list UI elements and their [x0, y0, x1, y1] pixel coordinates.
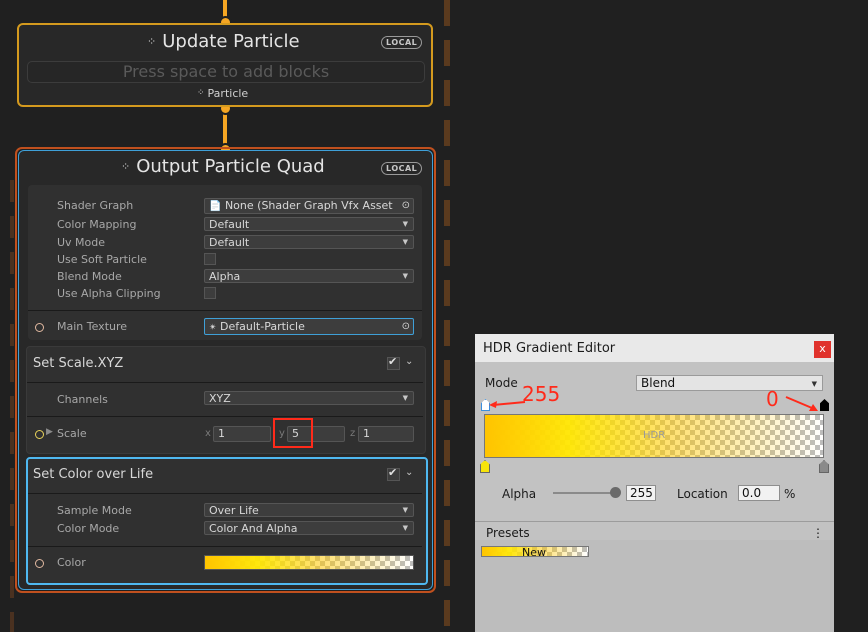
mode-label: Mode: [485, 376, 518, 390]
location-label: Location: [677, 487, 728, 501]
main-texture-field[interactable]: ✴ Default-Particle ⊙: [204, 318, 414, 335]
file-icon: 📄: [209, 201, 222, 212]
annotation-arrow-right-icon: [785, 396, 818, 411]
color-mode-dropdown[interactable]: Color And Alpha: [204, 521, 414, 535]
scale-x-label: x: [205, 428, 211, 439]
divider: [28, 310, 422, 311]
set-scale-title: Set Scale.XYZ: [33, 356, 124, 371]
highlight-box: [273, 418, 313, 448]
channels-dropdown[interactable]: XYZ: [204, 391, 414, 405]
annotation-right-value: 0: [766, 387, 779, 411]
set-color-title: Set Color over Life: [33, 467, 154, 482]
scale-x-field[interactable]: 1: [213, 426, 271, 442]
uv-mode-dropdown[interactable]: Default: [204, 235, 414, 249]
main-texture-slot[interactable]: [35, 323, 44, 332]
alpha-value-field[interactable]: 255: [626, 485, 656, 501]
use-alpha-clipping-checkbox[interactable]: [204, 287, 216, 299]
location-field[interactable]: 0.0: [738, 485, 780, 501]
object-picker-icon[interactable]: ⊙: [402, 319, 410, 334]
preset-new[interactable]: New: [481, 546, 589, 559]
channels-label: Channels: [57, 393, 108, 406]
scale-z-label: z: [350, 428, 356, 439]
divider: [28, 546, 422, 547]
use-soft-particle-checkbox[interactable]: [204, 253, 216, 265]
color-mapping-label: Color Mapping: [57, 218, 137, 231]
scale-label: Scale: [57, 427, 87, 440]
alpha-slider-thumb[interactable]: [610, 487, 621, 498]
particle-system-icon: ⁘: [147, 35, 157, 48]
alpha-label: Alpha: [502, 487, 537, 501]
sample-mode-label: Sample Mode: [57, 504, 132, 517]
divider: [27, 382, 423, 383]
local-badge[interactable]: LOCAL: [381, 162, 423, 175]
use-soft-particle-label: Use Soft Particle: [57, 253, 147, 266]
output-context-title: ⁘ Output Particle Quad: [121, 156, 325, 177]
hdr-gradient-editor-window[interactable]: HDR Gradient Editor x Mode Blend 255 0 H…: [475, 334, 834, 632]
particle-system-icon: ⁘: [121, 160, 131, 173]
annotation-left-value: 255: [522, 382, 561, 406]
location-unit: %: [784, 487, 796, 501]
close-button[interactable]: x: [814, 341, 831, 358]
main-texture-label: Main Texture: [57, 320, 128, 333]
gradient-preview[interactable]: HDR: [484, 414, 824, 458]
particle-system-icon: ⁘: [197, 88, 205, 98]
blend-mode-dropdown[interactable]: Alpha: [204, 269, 414, 283]
scale-z-field[interactable]: 1: [358, 426, 414, 442]
set-scale-enabled-checkbox[interactable]: [387, 355, 400, 370]
divider: [28, 493, 422, 494]
uv-mode-label: Uv Mode: [57, 236, 106, 249]
chevron-down-icon[interactable]: ⌄: [405, 467, 413, 478]
sample-mode-dropdown[interactable]: Over Life: [204, 503, 414, 517]
local-badge[interactable]: LOCAL: [381, 36, 423, 49]
window-title-bar[interactable]: HDR Gradient Editor x: [475, 334, 834, 362]
color-mapping-dropdown[interactable]: Default: [204, 217, 414, 231]
texture-icon: ✴: [209, 323, 217, 333]
update-context-title: ⁘ Update Particle: [147, 31, 300, 52]
color-gradient-field[interactable]: [204, 555, 414, 570]
color-key-marker[interactable]: [480, 460, 490, 473]
mode-dropdown[interactable]: Blend: [636, 375, 823, 391]
color-mode-label: Color Mode: [57, 522, 120, 535]
dashed-group-border-left: [10, 180, 14, 632]
divider: [475, 521, 834, 522]
update-particle-context[interactable]: ⁘ Update Particle LOCAL Press space to ad…: [17, 23, 433, 107]
object-picker-icon[interactable]: ⊙: [402, 199, 410, 212]
blend-mode-label: Blend Mode: [57, 270, 122, 283]
chevron-down-icon[interactable]: ⌄: [405, 356, 413, 367]
divider: [27, 416, 423, 417]
hdr-watermark: HDR: [643, 430, 666, 441]
window-title: HDR Gradient Editor: [483, 341, 616, 356]
shader-graph-field[interactable]: 📄 None (Shader Graph Vfx Asset ⊙: [204, 198, 414, 214]
dashed-group-border: [444, 0, 450, 632]
set-color-enabled-checkbox[interactable]: [387, 466, 400, 481]
preset-new-label: New: [522, 546, 546, 559]
expand-triangle-icon[interactable]: ▶: [46, 427, 53, 437]
shader-graph-label: Shader Graph: [57, 199, 134, 212]
scale-slot[interactable]: [35, 430, 44, 439]
presets-label: Presets: [486, 526, 530, 540]
alpha-slider-track[interactable]: [553, 492, 615, 494]
presets-menu-icon[interactable]: ⋮: [812, 526, 824, 540]
add-blocks-placeholder[interactable]: Press space to add blocks: [27, 61, 425, 83]
context-footer: ⁘ Particle: [197, 87, 249, 100]
color-slot[interactable]: [35, 559, 44, 568]
use-alpha-clipping-label: Use Alpha Clipping: [57, 287, 161, 300]
color-key-marker[interactable]: [819, 460, 829, 473]
color-label: Color: [57, 556, 86, 569]
